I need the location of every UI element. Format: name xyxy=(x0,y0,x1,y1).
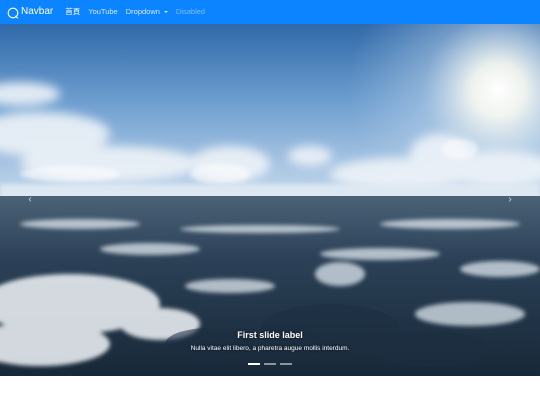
nav-dropdown-label: Dropdown xyxy=(125,7,160,17)
carousel-caption: First slide label Nulla vitae elit liber… xyxy=(0,330,540,353)
carousel: ‹ › First slide label Nulla vitae elit l… xyxy=(0,24,540,376)
carousel-indicators xyxy=(0,363,540,365)
nav-dropdown-toggle[interactable]: Dropdown xyxy=(126,8,168,16)
navbar: Navbar 首頁 YouTube Dropdown Disabled xyxy=(0,0,540,24)
nav-link-home[interactable]: 首頁 xyxy=(65,8,80,16)
carousel-indicator-1[interactable] xyxy=(248,363,260,365)
brand-circle-icon xyxy=(7,6,19,19)
chevron-left-icon: ‹ xyxy=(28,194,32,205)
nav-link-youtube[interactable]: YouTube xyxy=(88,8,117,16)
chevron-right-icon: › xyxy=(508,194,512,205)
carousel-prev-button[interactable]: ‹ xyxy=(0,24,60,376)
caret-down-icon xyxy=(163,11,168,14)
caption-title: First slide label xyxy=(237,330,303,340)
nav-link-disabled: Disabled xyxy=(175,7,206,17)
carousel-next-button[interactable]: › xyxy=(480,24,540,376)
carousel-indicator-3[interactable] xyxy=(280,363,292,365)
navbar-brand[interactable]: Navbar xyxy=(7,6,54,19)
carousel-indicator-2[interactable] xyxy=(264,363,276,365)
brand-label: Navbar xyxy=(21,6,54,17)
slide-image-ocean xyxy=(0,24,540,376)
caption-text: Nulla vitae elit libero, a pharetra augu… xyxy=(190,345,350,352)
